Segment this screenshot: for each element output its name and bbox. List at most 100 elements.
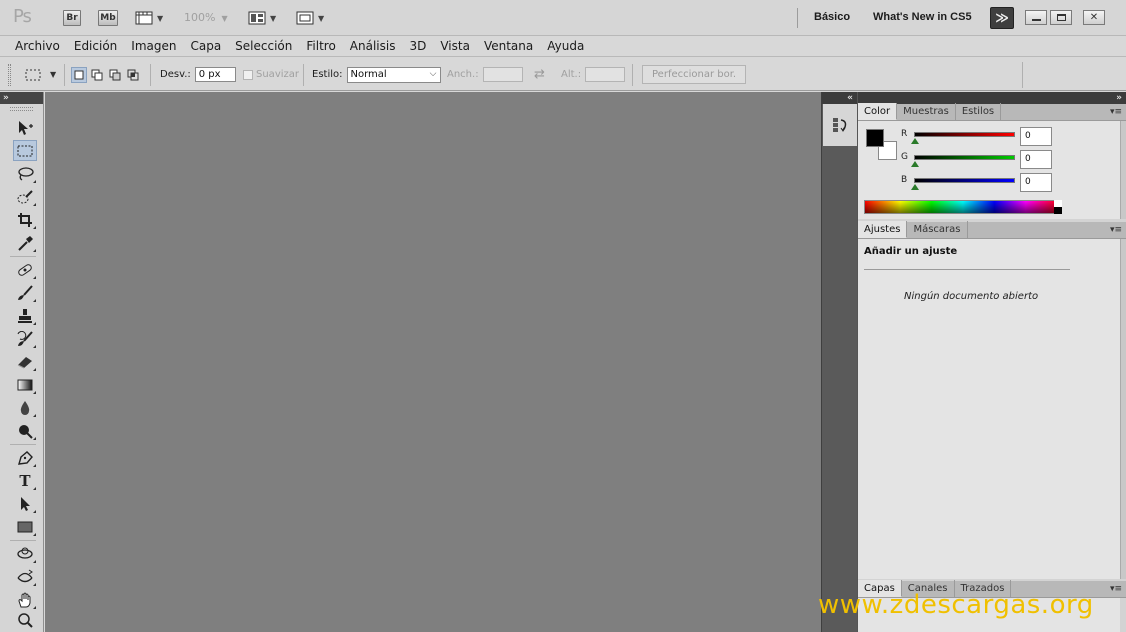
refine-edge-button[interactable]: Perfeccionar bor. xyxy=(642,65,747,84)
adjustments-panel: Añadir un ajuste Ningún documento abiert… xyxy=(858,239,1120,579)
chevron-down-icon: ⌵ xyxy=(429,68,437,79)
launch-bridge-button[interactable]: Br xyxy=(63,10,81,26)
width-label: Anch.: xyxy=(447,69,479,80)
crop-tool[interactable] xyxy=(13,209,37,230)
menu-vista[interactable]: Vista xyxy=(440,39,470,53)
zoom-tool[interactable] xyxy=(13,611,37,629)
menu-archivo[interactable]: Archivo xyxy=(15,39,60,53)
zoom-level[interactable]: 100% ▼ xyxy=(184,11,228,24)
close-window-button[interactable]: ✕ xyxy=(1083,10,1105,25)
panel-menu-icon[interactable]: ▾≡ xyxy=(1110,225,1122,235)
screen-mode-button[interactable]: ▼ xyxy=(296,10,324,26)
channel-b-slider[interactable] xyxy=(914,178,1015,183)
view-extras-button[interactable]: ▼ xyxy=(135,10,163,26)
path-selection-tool[interactable] xyxy=(13,493,37,514)
tools-panel-header[interactable]: » xyxy=(0,92,43,104)
rectangular-marquee-tool[interactable] xyxy=(13,140,37,161)
launch-minibridge-button[interactable]: Mb xyxy=(98,10,118,26)
3d-rotate-tool[interactable] xyxy=(13,543,37,564)
feather-input[interactable]: 0 px xyxy=(194,67,236,82)
photoshop-logo: Ps xyxy=(13,6,32,27)
tool-preset-picker[interactable]: ▼ xyxy=(24,58,56,91)
add-selection-button[interactable] xyxy=(89,67,105,83)
more-workspaces-button[interactable]: ≫ xyxy=(990,7,1014,29)
3d-rotate-icon xyxy=(17,547,33,559)
swap-dimensions-button[interactable]: ⇄ xyxy=(534,58,545,91)
channel-r-slider[interactable] xyxy=(914,132,1015,137)
chevron-down-icon: ▼ xyxy=(50,70,57,79)
color-panel-scrollbar[interactable] xyxy=(1120,121,1126,219)
channel-r-thumb[interactable] xyxy=(911,138,919,144)
menu-ayuda[interactable]: Ayuda xyxy=(547,39,584,53)
workspace-basic[interactable]: Básico xyxy=(814,11,850,23)
menu-edicion[interactable]: Edición xyxy=(74,39,117,53)
separator xyxy=(64,64,65,86)
menu-ventana[interactable]: Ventana xyxy=(484,39,533,53)
workspace-whats-new[interactable]: What's New in CS5 xyxy=(873,11,972,23)
move-tool[interactable] xyxy=(13,117,37,138)
channel-b-thumb[interactable] xyxy=(911,184,919,190)
rectangle-tool[interactable] xyxy=(13,516,37,537)
tool-flyout-indicator xyxy=(33,606,36,609)
brush-tool[interactable] xyxy=(13,282,37,303)
blur-tool[interactable] xyxy=(13,397,37,418)
channel-g-input[interactable]: 0 xyxy=(1020,150,1052,169)
channel-b-input[interactable]: 0 xyxy=(1020,173,1052,192)
dodge-tool[interactable] xyxy=(13,420,37,441)
style-select[interactable]: Normal ⌵ xyxy=(346,66,441,83)
document-canvas-area[interactable] xyxy=(45,92,821,632)
tool-flyout-indicator xyxy=(33,226,36,229)
adjustments-panel-scrollbar[interactable] xyxy=(1120,239,1126,579)
antialias-checkbox[interactable] xyxy=(243,69,253,80)
mini-bridge-dock-button[interactable] xyxy=(823,104,857,146)
menu-filtro[interactable]: Filtro xyxy=(306,39,335,53)
tab-masks[interactable]: Máscaras xyxy=(907,221,968,238)
3d-orbit-tool[interactable] xyxy=(13,566,37,587)
minimize-button[interactable] xyxy=(1025,10,1047,25)
tab-adjustments[interactable]: Ajustes xyxy=(858,221,908,238)
menu-capa[interactable]: Capa xyxy=(190,39,221,53)
channel-g-slider[interactable] xyxy=(914,155,1015,160)
tab-swatches[interactable]: Muestras xyxy=(897,103,956,120)
tool-flyout-indicator xyxy=(33,391,36,394)
history-brush-tool[interactable] xyxy=(13,328,37,349)
gradient-tool[interactable] xyxy=(13,374,37,395)
color-ramp-black-white[interactable] xyxy=(1054,200,1062,214)
panel-menu-icon[interactable]: ▾≡ xyxy=(1110,584,1122,594)
clone-stamp-tool[interactable] xyxy=(13,305,37,326)
eraser-tool[interactable] xyxy=(13,351,37,372)
menu-3d[interactable]: 3D xyxy=(409,39,426,53)
double-chevron-right-icon: ≫ xyxy=(995,10,1009,26)
tab-styles[interactable]: Estilos xyxy=(956,103,1002,120)
eyedropper-tool[interactable] xyxy=(13,232,37,253)
height-input[interactable] xyxy=(585,67,626,82)
menu-seleccion[interactable]: Selección xyxy=(235,39,292,53)
hand-tool[interactable] xyxy=(13,589,37,610)
ruler-grid-icon xyxy=(135,11,153,25)
restore-button[interactable] xyxy=(1050,10,1072,25)
tab-color[interactable]: Color xyxy=(858,103,898,120)
tool-flyout-indicator xyxy=(33,276,36,279)
spot-healing-tool[interactable] xyxy=(13,259,37,280)
tools-panel-grip[interactable] xyxy=(10,107,33,111)
color-spectrum-ramp[interactable] xyxy=(864,200,1062,214)
width-input[interactable] xyxy=(482,67,523,82)
dock-header[interactable]: « xyxy=(822,92,857,104)
quick-selection-tool[interactable] xyxy=(13,186,37,207)
options-grip xyxy=(8,58,11,91)
zoom-value: 100% xyxy=(184,11,216,24)
channel-g-thumb[interactable] xyxy=(911,161,919,167)
new-selection-button[interactable] xyxy=(71,66,87,83)
chevron-down-icon: ▼ xyxy=(157,13,164,23)
lasso-tool[interactable] xyxy=(13,163,37,184)
channel-r-input[interactable]: 0 xyxy=(1020,127,1052,146)
intersect-selection-button[interactable] xyxy=(125,67,141,83)
foreground-color-swatch[interactable] xyxy=(866,129,884,147)
panel-menu-icon[interactable]: ▾≡ xyxy=(1110,107,1122,117)
type-tool[interactable]: T xyxy=(13,470,37,491)
arrange-documents-button[interactable]: ▼ xyxy=(248,10,276,26)
pen-tool[interactable] xyxy=(13,447,37,468)
menu-analisis[interactable]: Análisis xyxy=(350,39,396,53)
menu-imagen[interactable]: Imagen xyxy=(131,39,176,53)
subtract-selection-button[interactable] xyxy=(107,67,123,83)
